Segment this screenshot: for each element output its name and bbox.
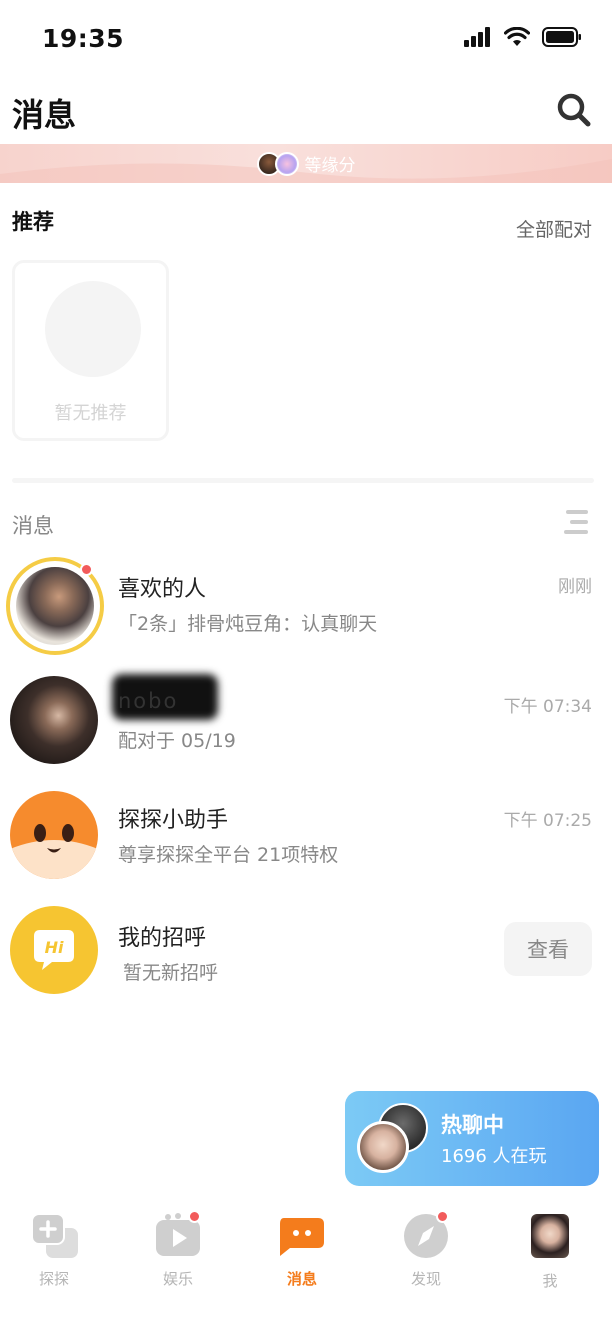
recommend-placeholder-avatar [45,281,141,377]
unread-badge [80,563,93,576]
unread-badge [188,1210,201,1223]
nobo-avatar[interactable] [10,676,100,766]
svg-text:Hi: Hi [45,938,64,957]
message-time: 刚刚 [558,577,592,597]
list-menu-icon[interactable] [564,510,588,536]
message-time: 下午 07:25 [503,811,592,831]
hot-chat-card[interactable]: 热聊中 1696 人在玩 [345,1091,599,1186]
tab-label: 消息 [286,1270,317,1288]
status-bar: 19:35 [0,0,612,80]
profile-avatar [526,1214,574,1262]
tab-me[interactable]: 我 [510,1212,590,1291]
status-time: 19:35 [42,24,125,53]
list-line [566,510,588,514]
message-name: 我的招呼 [118,926,207,951]
search-icon [557,93,591,127]
match-banner[interactable]: 等缘分 [0,144,612,183]
greetings-avatar[interactable]: Hi [10,906,100,996]
banner-content: 等缘分 [0,144,612,183]
banner-avatars [256,151,299,176]
search-button[interactable] [556,92,592,128]
recommend-empty-card: 暂无推荐 [12,260,169,441]
tab-messages[interactable]: 消息 [262,1212,342,1289]
signal-icon [464,27,490,47]
recommend-empty-text: 暂无推荐 [54,403,127,424]
fox-icon [10,791,98,879]
message-preview: 「2条」排骨炖豆角：认真聊天 [118,613,378,635]
message-name: 喜欢的人 [118,577,207,602]
battery-icon [542,27,581,47]
hot-chat-subtitle: 1696 人在玩 [441,1146,547,1167]
message-time: 下午 07:34 [503,697,592,717]
page-title: 消息 [12,96,77,134]
banner-avatar [274,151,299,176]
tab-label: 探探 [38,1270,69,1288]
section-divider [12,478,594,483]
all-match-link[interactable]: 全部配对 [516,215,592,242]
banner-text: 等缘分 [304,156,356,176]
recommend-title: 推荐 [12,210,54,234]
hot-chat-title: 热聊中 [441,1113,504,1137]
tab-bar: 探探 娱乐 消息 发现 我 [0,1198,612,1317]
tab-label: 发现 [410,1270,441,1288]
message-name: 探探小助手 [118,808,229,833]
view-greetings-button[interactable]: 查看 [504,922,592,976]
list-line [564,530,588,534]
unread-badge [436,1210,449,1223]
message-preview: 配对于 05/19 [118,730,236,752]
tab-label: 娱乐 [162,1270,193,1288]
liked-avatar-image [16,567,94,645]
nobo-avatar-image [10,676,98,764]
chat-icon [278,1212,326,1260]
message-name: nobo [118,689,179,713]
list-line [570,520,588,524]
hi-icon: Hi [10,906,98,994]
tab-discover[interactable]: 发现 [386,1210,466,1289]
message-preview: 尊享探探全平台 21项特权 [118,844,339,866]
assistant-avatar[interactable] [10,791,100,881]
hot-chat-avatar [357,1121,409,1173]
wifi-icon [504,27,530,46]
tab-entertainment[interactable]: 娱乐 [138,1210,218,1289]
messages-title: 消息 [12,514,54,538]
tab-tantan[interactable]: 探探 [14,1212,94,1289]
header: 消息 [0,82,612,142]
tantan-icon [30,1212,78,1260]
message-preview: 暂无新招呼 [123,962,219,984]
status-icons [464,27,582,47]
tab-label: 我 [542,1272,558,1290]
